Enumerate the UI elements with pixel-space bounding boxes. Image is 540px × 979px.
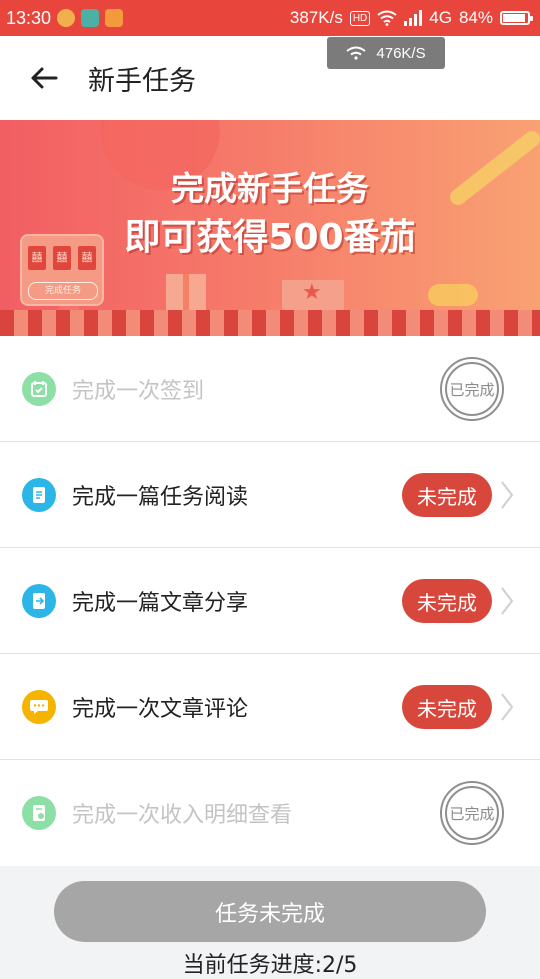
banner-stripe: [0, 310, 540, 336]
page-title: 新手任务: [88, 65, 196, 97]
battery-fill: [503, 14, 525, 22]
status-time: 13:30: [6, 7, 52, 28]
task-label: 完成一篇任务阅读: [72, 484, 249, 510]
calendar-icon: [22, 371, 56, 406]
footer: 任务未完成 当前任务进度:2/5: [0, 867, 540, 978]
task-label: 完成一次签到: [72, 378, 205, 404]
signal-icon: [404, 10, 423, 26]
toast-speed: 476K/S: [376, 44, 426, 62]
completed-stamp: 已完成: [440, 781, 504, 845]
machine-label: 完成任务: [28, 282, 98, 300]
incomplete-badge[interactable]: 未完成: [402, 579, 492, 623]
task-item-view-income: 完成一次收入明细查看 已完成: [0, 760, 540, 866]
task-progress-text: 当前任务进度:2/5: [182, 953, 358, 978]
share-icon: [22, 583, 56, 618]
completed-stamp: 已完成: [440, 357, 504, 421]
completed-stamp-text: 已完成: [445, 362, 499, 416]
status-bar: 13:30 387K/s HD 4G 84%: [0, 0, 540, 36]
network-speed: 387K/s: [289, 8, 343, 27]
incomplete-badge[interactable]: 未完成: [402, 685, 492, 729]
chevron-right-icon: [501, 481, 514, 509]
app-header: 新手任务 476K/S: [0, 36, 540, 120]
document-icon: [22, 477, 56, 512]
task-label: 完成一次文章评论: [72, 696, 249, 722]
task-label: 完成一次收入明细查看: [72, 803, 293, 828]
wifi-icon: [346, 46, 367, 60]
back-arrow-icon: [31, 67, 58, 89]
comment-icon: [22, 689, 56, 724]
app-notification-icon: [57, 9, 76, 27]
completed-stamp-text: 已完成: [445, 786, 499, 840]
chevron-right-icon: [501, 693, 514, 721]
battery-percent: 84%: [458, 8, 493, 27]
banner-subheadline: 即可获得500番茄: [124, 217, 416, 258]
coins-illustration: [428, 284, 478, 306]
chevron-right-icon: [501, 587, 514, 615]
scan-notification-icon: [81, 9, 100, 27]
star-icon: ★: [302, 280, 322, 305]
battery-icon: [500, 11, 533, 25]
task-list: 完成一次签到 已完成 完成一篇任务阅读 未完成 完成一篇文章分享 未完成 完成一…: [0, 336, 540, 866]
income-icon: [22, 796, 56, 830]
task-item-comment-article[interactable]: 完成一次文章评论 未完成: [0, 654, 540, 760]
incomplete-badge[interactable]: 未完成: [402, 473, 492, 517]
back-button[interactable]: [22, 56, 66, 100]
task-label: 完成一篇文章分享: [72, 590, 249, 616]
banner-headline: 完成新手任务: [171, 169, 369, 208]
task-item-share-article[interactable]: 完成一篇文章分享 未完成: [0, 548, 540, 654]
network-type: 4G: [429, 8, 452, 27]
gift-box-illustration: [166, 274, 206, 310]
network-speed-toast: 476K/S: [327, 37, 445, 69]
hd-badge: HD: [349, 10, 371, 26]
wifi-icon: [377, 10, 397, 26]
task-item-checkin: 完成一次签到 已完成: [0, 336, 540, 442]
promo-banner: 囍 囍 囍 完成任务 ★ 完成新手任务 即可获得500番茄: [0, 120, 540, 336]
task-incomplete-button[interactable]: 任务未完成: [54, 881, 486, 942]
app-notification-icon-2: [105, 9, 124, 27]
task-item-read-article[interactable]: 完成一篇任务阅读 未完成: [0, 442, 540, 548]
